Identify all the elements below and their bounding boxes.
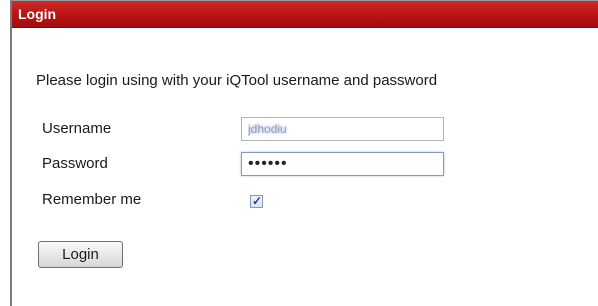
panel-title: Login <box>18 6 57 22</box>
password-input[interactable] <box>241 152 444 176</box>
remember-me-label: Remember me <box>42 191 142 208</box>
login-instruction: Please login using with your iQTool user… <box>36 72 438 89</box>
username-label: Username <box>42 120 112 137</box>
panel-titlebar: Login <box>12 1 598 28</box>
login-panel: Login Please login using with your iQToo… <box>10 0 598 306</box>
remember-me-checkbox[interactable]: ✓ <box>250 194 263 208</box>
username-input[interactable] <box>241 117 444 141</box>
password-label: Password <box>42 155 108 172</box>
checkmark-icon: ✓ <box>252 194 263 208</box>
login-button[interactable]: Login <box>38 241 123 268</box>
